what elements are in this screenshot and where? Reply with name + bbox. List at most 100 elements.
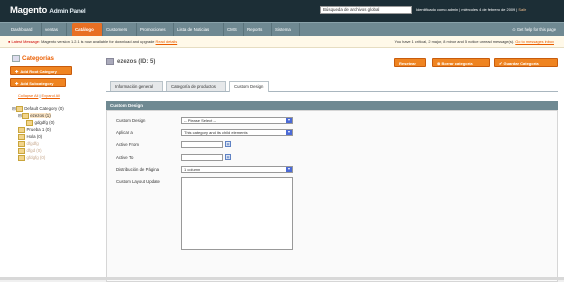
logout-link[interactable]: Salir [518, 7, 526, 12]
plus-icon: ✚ [15, 81, 19, 86]
page-title-text: ezezos (ID: 5) [117, 59, 156, 66]
tab-category-products[interactable]: Categoría de productos [166, 81, 226, 91]
category-icon [106, 58, 114, 65]
page-layout-label: Distribución de Página [116, 167, 159, 172]
header: Magento Admin Panel Búsqueda de archivos… [0, 0, 564, 22]
active-from-input[interactable] [181, 141, 223, 148]
latest-message-text: Magento version 1.2.1 is now available f… [41, 39, 155, 44]
user-info: Identificado como admin | miércoles 4 de… [416, 7, 558, 12]
page-title: ezezos (ID: 5) [106, 58, 558, 65]
nav-reports[interactable]: Reports [244, 23, 272, 36]
plus-icon: ✚ [15, 69, 19, 74]
nav-catalog[interactable]: Catálogo [72, 23, 103, 36]
latest-message: ● Latest Message: Magento version 1.2.1 … [8, 36, 177, 47]
custom-layout-label: Custom Layout Update [116, 179, 160, 184]
page-layout-select[interactable]: 1 column ▼ [181, 166, 293, 173]
alert-icon: ● [8, 39, 11, 44]
apply-to-label: Aplicar a [116, 130, 133, 135]
nav-dashboard[interactable]: Dashboard [8, 23, 42, 36]
read-details-link[interactable]: Read details [156, 39, 178, 44]
folder-icon [18, 155, 25, 161]
add-root-category-label: Add Root Category [20, 69, 57, 74]
tab-bar: Información general Categoría de product… [106, 81, 558, 92]
tree-item-label: gdgdfg (0) [34, 120, 55, 125]
tree-item-label: Hola (0) [26, 134, 43, 139]
nav-cms[interactable]: CMS [224, 23, 244, 36]
tree-item[interactable]: ⊟ Default Category (0) [12, 105, 64, 112]
nav-customers[interactable]: Customers [103, 23, 137, 36]
tree-item[interactable]: dfgdfg [18, 140, 39, 147]
tab-general-info[interactable]: Información general [110, 81, 163, 91]
sidebar-title-text: Categorías [22, 55, 54, 63]
nav-promotions[interactable]: Promociones [137, 23, 174, 36]
user-info-text: Identificado como admin | miércoles 4 de… [416, 7, 518, 12]
main-nav: Dashboard ventas Catálogo Customers Prom… [0, 22, 564, 36]
help-link[interactable]: ⊙ Get help for this page [512, 23, 556, 36]
delete-category-label: Borrar categoría [441, 61, 473, 66]
tree-item-selected[interactable]: ⊟ ezezos (1) [18, 112, 51, 119]
custom-design-fieldset: Custom Design -- Please Select -- ▼ Apli… [106, 110, 558, 282]
calendar-icon[interactable]: ▦ [225, 154, 231, 160]
save-category-label: Guardar Categoría [503, 61, 539, 66]
custom-design-value: -- Please Select -- [184, 118, 217, 123]
tree-item-label: dfgd (0) [26, 148, 42, 153]
nav-newsletter[interactable]: Lista de Noticias [174, 23, 224, 36]
tab-custom-design[interactable]: Custom Design [229, 81, 269, 92]
nav-system[interactable]: Sistema [272, 23, 300, 36]
tree-item-label: Default Category (0) [24, 106, 64, 111]
tree-item[interactable]: Hola (0) [18, 133, 42, 140]
add-root-category-button[interactable]: ✚ Add Root Category [10, 66, 72, 75]
delete-category-button[interactable]: ⊗ Borrar categoría [432, 58, 490, 67]
nav-sales[interactable]: ventas [42, 23, 67, 36]
magento-logo[interactable]: Magento Admin Panel [10, 5, 86, 16]
active-to-input[interactable] [181, 154, 223, 161]
chevron-down-icon: ▼ [286, 130, 292, 135]
tree-item[interactable]: dfgd (0) [18, 147, 42, 154]
calendar-icon[interactable]: ▦ [225, 141, 231, 147]
chevron-down-icon: ▼ [286, 118, 292, 123]
tree-item[interactable]: gfdgfg (0) [18, 154, 45, 161]
tree-item-label: ezezos (1) [30, 113, 51, 118]
folder-icon [15, 106, 23, 112]
custom-design-select[interactable]: -- Please Select -- ▼ [181, 117, 293, 124]
add-subcategory-button[interactable]: ✚ Add Subcategory [10, 78, 66, 87]
help-link-label: Get help for this page [516, 27, 556, 32]
category-icon [12, 55, 20, 62]
reset-button[interactable]: Resetear [394, 58, 426, 67]
page-layout-value: 1 column [184, 167, 201, 172]
active-from-label: Active From [116, 142, 139, 147]
logo-sub: Admin Panel [49, 8, 86, 15]
notification-bar: ● Latest Message: Magento version 1.2.1 … [0, 36, 564, 48]
add-subcategory-label: Add Subcategory [20, 81, 54, 86]
message-summary-text: You have 1 crítical, 2 major, 8 minor an… [394, 39, 515, 44]
custom-layout-textarea[interactable] [181, 177, 293, 250]
active-to-label: Active To [116, 155, 134, 160]
apply-to-select[interactable]: This category and its child elements ▼ [181, 129, 293, 136]
chevron-down-icon: ▼ [286, 167, 292, 172]
sidebar-title: Categorías [12, 55, 54, 65]
global-search-input[interactable]: Búsqueda de archivos global [320, 6, 412, 14]
tree-item-label: Prueba 1 (0) [26, 127, 51, 132]
latest-message-label: Latest Message: [11, 39, 41, 44]
save-category-button[interactable]: ✔ Guardar Categoría [494, 58, 558, 67]
folder-icon [26, 120, 33, 126]
folder-icon [18, 127, 25, 133]
tree-item[interactable]: gdgdfg (0) [26, 119, 55, 126]
main-area: Categorías ✚ Add Root Category ✚ Add Subca… [0, 48, 564, 282]
folder-icon [18, 148, 25, 154]
tree-item-label: dfgdfg [26, 141, 39, 146]
folder-icon [21, 113, 29, 119]
expand-all-link[interactable]: Expand All [42, 93, 60, 98]
logo-main: Magento [10, 5, 47, 16]
reset-button-label: Resetear [399, 61, 416, 66]
folder-icon [18, 141, 25, 147]
tree-item-label: gfdgfg (0) [26, 155, 46, 160]
apply-to-value: This category and its child elements [184, 130, 248, 135]
collapse-all-link[interactable]: Collapse All [18, 93, 38, 98]
tree-controls: Collapse All | Expand All [18, 93, 60, 98]
folder-icon [18, 134, 25, 140]
message-summary: You have 1 crítical, 2 major, 8 minor an… [395, 36, 554, 47]
custom-design-label: Custom Design [116, 118, 146, 123]
messages-inbox-link[interactable]: Go to messages inbox [515, 39, 554, 44]
tree-item[interactable]: Prueba 1 (0) [18, 126, 51, 133]
